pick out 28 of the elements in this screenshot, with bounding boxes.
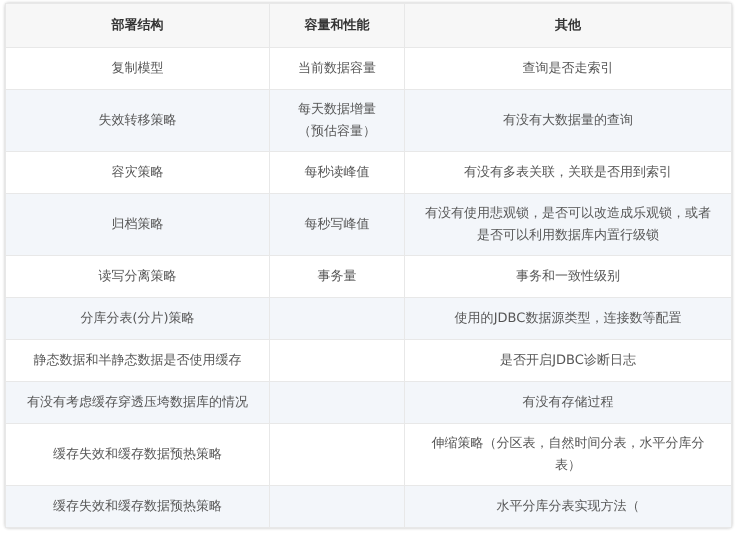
table-cell: 事务和一致性级别 [516, 268, 620, 284]
table-cell: 每天数据增量（预估容量） [298, 102, 376, 138]
table-cell: 缓存失效和缓存数据预热策略 [53, 446, 222, 462]
table-cell: 查询是否走索引 [522, 60, 614, 76]
table-cell: 是否开启JDBC诊断日志 [500, 352, 636, 368]
table-cell: 有没有考虑缓存穿透压垮数据库的情况 [27, 394, 248, 410]
table-cell: 事务量 [318, 268, 356, 284]
column-header: 部署结构 [6, 4, 270, 48]
table-cell: 有没有大数据量的查询 [503, 112, 633, 128]
table-cell: 伸缩策略（分区表，自然时间分表，水平分库分表） [432, 436, 704, 472]
table-cell: 有没有多表关联，关联是否用到索引 [464, 164, 672, 180]
table-cell: 归档策略 [112, 216, 164, 232]
table-cell: 有没有存储过程 [522, 394, 614, 410]
table-cell: 每秒读峰值 [304, 164, 370, 180]
table-cell: 有没有使用悲观锁，是否可以改造成乐观锁，或者是否可以利用数据库内置行级锁 [425, 206, 711, 242]
table-cell: 失效转移策略 [98, 112, 176, 128]
table-cell: 静态数据和半静态数据是否使用缓存 [34, 352, 242, 368]
table-cell: 使用的JDBC数据源类型，连接数等配置 [454, 310, 682, 326]
table-cell: 水平分库分表实现方法（ [496, 498, 640, 514]
column-header: 容量和性能 [270, 4, 404, 48]
table-cell: 缓存失效和缓存数据预热策略 [53, 498, 222, 514]
table-cell: 每秒写峰值 [304, 216, 370, 232]
table-cell: 容灾策略 [112, 164, 164, 180]
table-cell: 分库分表(分片)策略 [80, 310, 195, 326]
table-cell: 复制模型 [112, 60, 164, 76]
table-cell: 读写分离策略 [98, 268, 176, 284]
table-cell: 当前数据容量 [298, 60, 376, 76]
column-header: 其他 [404, 4, 732, 48]
